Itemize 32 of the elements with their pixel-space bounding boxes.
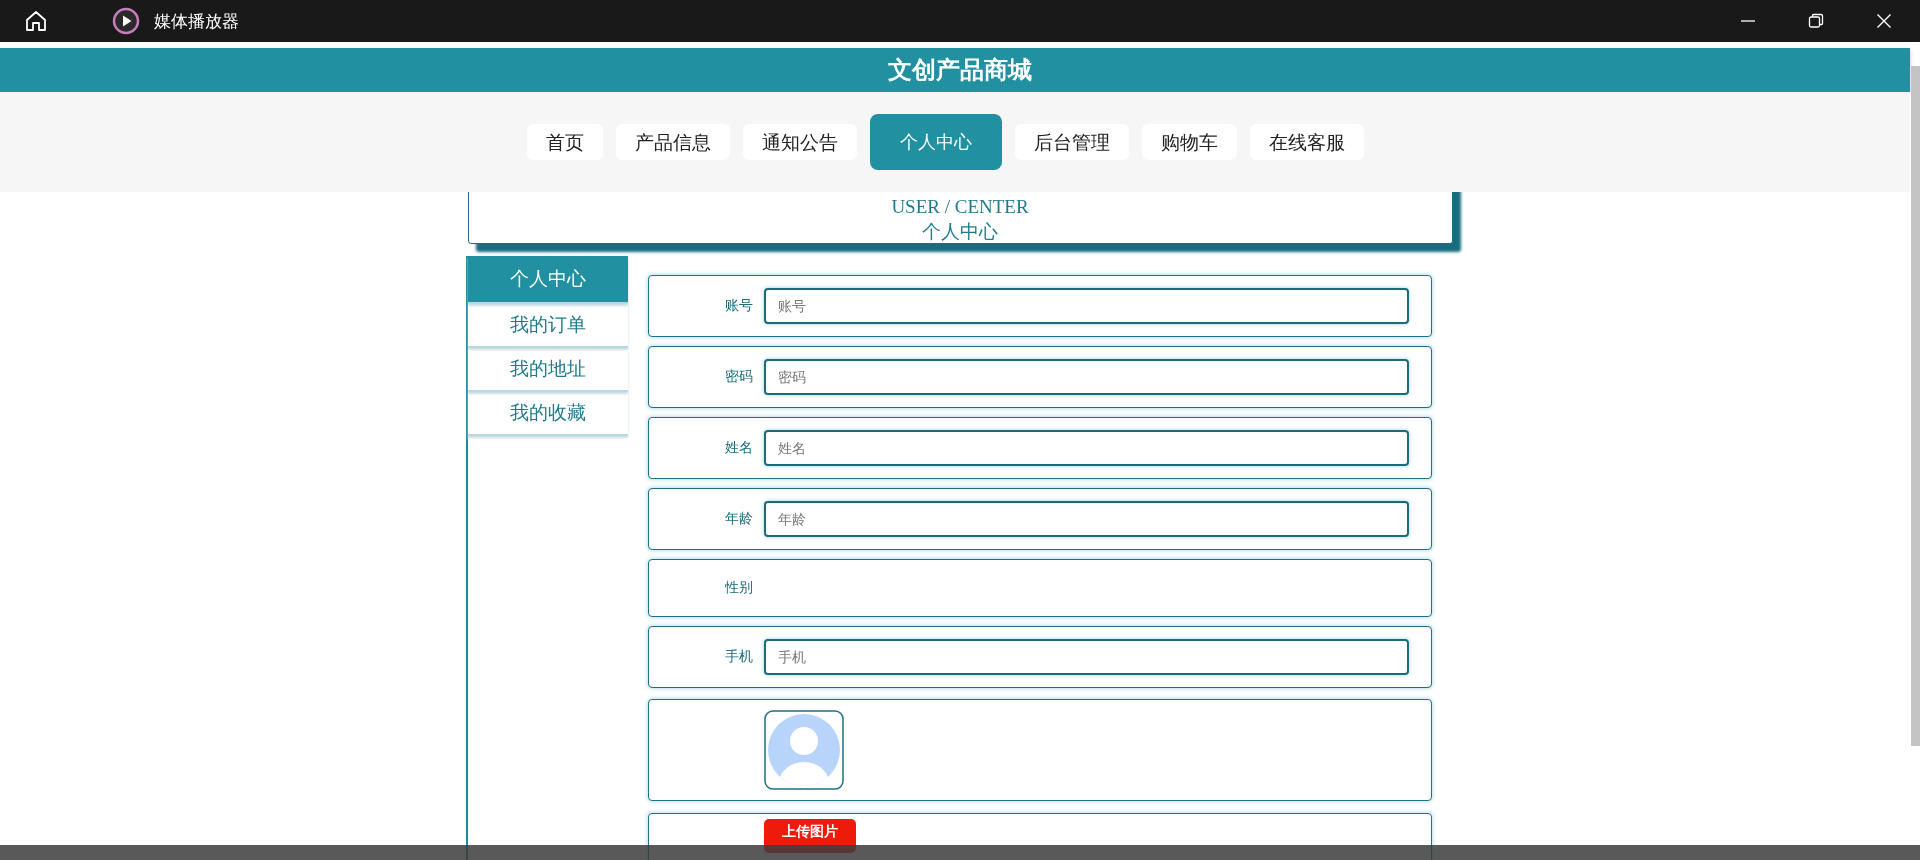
nav-tab[interactable]: 产品信息 bbox=[615, 124, 730, 160]
window-title: 媒体播放器 bbox=[154, 9, 239, 33]
scrollbar[interactable] bbox=[1911, 66, 1920, 746]
field-label: 手机 bbox=[723, 648, 753, 666]
nav-tab[interactable]: 首页 bbox=[526, 124, 603, 160]
nav-tab[interactable]: 后台管理 bbox=[1014, 124, 1129, 160]
nav-tab[interactable]: 购物车 bbox=[1141, 124, 1237, 160]
banner-title: 个人中心 bbox=[921, 220, 999, 242]
avatar-icon bbox=[763, 710, 844, 790]
input-field[interactable]: 手机 bbox=[763, 639, 1409, 675]
nav-tab[interactable]: 通知公告 bbox=[742, 124, 857, 160]
banner-subtitle: USER / CENTER bbox=[890, 195, 1030, 218]
input-field[interactable]: 姓名 bbox=[763, 430, 1409, 466]
side-menu-item[interactable]: 我的收藏 bbox=[467, 392, 628, 436]
field-label: 账号 bbox=[723, 297, 753, 315]
input-field[interactable]: 密码 bbox=[763, 359, 1409, 395]
field-label: 密码 bbox=[723, 368, 753, 386]
input-field[interactable]: 年龄 bbox=[763, 501, 1409, 537]
side-menu-item[interactable]: 我的地址 bbox=[467, 348, 628, 392]
nav-tab[interactable]: 在线客服 bbox=[1249, 124, 1364, 160]
play-icon bbox=[112, 7, 140, 35]
side-menu-item[interactable]: 我的订单 bbox=[467, 304, 628, 348]
home-icon[interactable] bbox=[24, 9, 48, 33]
close-icon[interactable] bbox=[1876, 13, 1892, 29]
input-field[interactable]: 账号 bbox=[763, 288, 1409, 324]
site-title: 文创产品商城 bbox=[888, 55, 1032, 86]
side-menu-item[interactable]: 个人中心 bbox=[467, 256, 628, 304]
field-label: 年龄 bbox=[723, 510, 753, 528]
field-label: 姓名 bbox=[723, 439, 753, 457]
restore-icon[interactable] bbox=[1808, 13, 1824, 29]
field-label: 性别 bbox=[723, 579, 753, 597]
nav-tab[interactable]: 个人中心 bbox=[869, 114, 1002, 170]
